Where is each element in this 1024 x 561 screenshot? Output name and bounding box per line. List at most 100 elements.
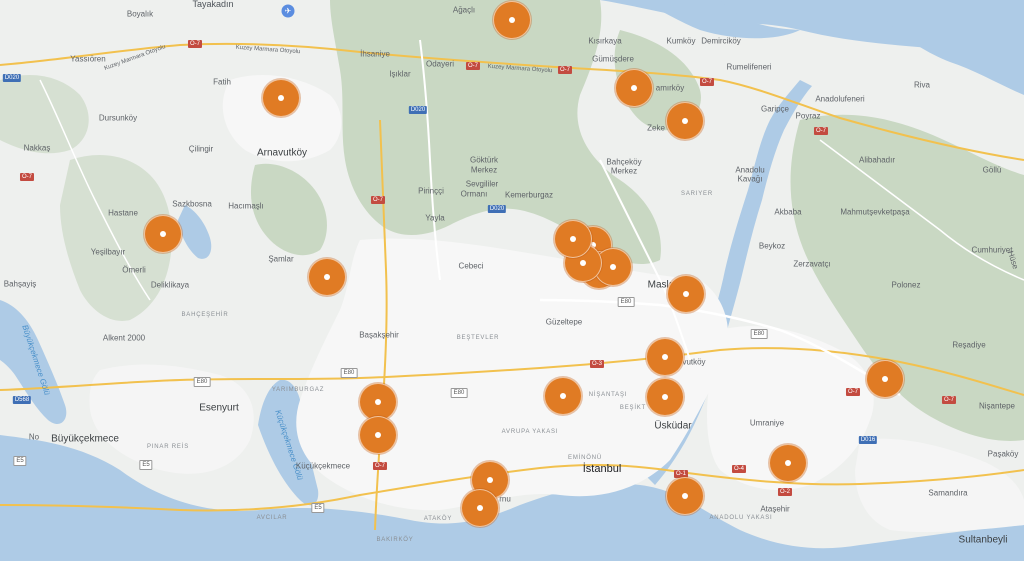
map-marker[interactable] [769,444,807,482]
road-shield-o7: O-7 [941,396,957,404]
road-shield-o2: O-2 [777,488,793,496]
road-shield-d020: D020 [2,74,22,82]
label-bakirkoy: BAKIRKÖY [376,537,414,543]
map-marker[interactable] [554,220,592,258]
label-buyukcekmece: Büyükçekmece [51,433,119,445]
marker-dot-icon [662,394,668,400]
label-yarimburgaz: YARIMBURGAZ [271,387,325,393]
map-marker[interactable] [646,378,684,416]
label-nisantepe: Nişantepe [978,401,1016,411]
label-anadolu-kavagi-2: Kavağı [737,174,763,184]
label-no: No [28,432,40,442]
label-arnavutkoy: Arnavutköy [256,147,308,159]
label-hastane: Hastane [108,208,138,218]
label-nakkas: Nakkaş [23,143,51,153]
label-kisirkaya: Kısırkaya [588,36,622,46]
label-deliklikaya: Deliklikaya [150,280,190,290]
label-akbaba: Akbaba [774,207,802,217]
map-marker[interactable] [544,377,582,415]
label-pirincci: Pirinççi [418,186,444,196]
road-shield-o7: O-7 [19,173,35,181]
label-yesilbayir: Yeşilbayır [90,247,126,257]
label-sevgililer-1: Sevgililer [465,179,499,189]
map-marker[interactable] [144,215,182,253]
road-shield-d020: D020 [408,106,428,114]
label-polonez: Polonez [891,280,921,290]
label-levent: vutköy [682,357,706,367]
label-riva: Riva [913,80,931,90]
marker-dot-icon [160,231,166,237]
marker-dot-icon [375,432,381,438]
label-golu: Göllü [982,165,1002,175]
map-marker[interactable] [646,338,684,376]
label-cebeci: Cebeci [458,261,484,271]
label-bahcekoy: Bahçeköy [606,157,642,167]
map-marker[interactable] [666,102,704,140]
label-umraniye: Umraniye [749,418,785,428]
label-anadolufeneri: Anadolufeneri [815,94,865,104]
label-alibahadir: Alibahadır [858,155,896,165]
label-odayeri: Odayeri [425,59,455,69]
marker-dot-icon [278,95,284,101]
map-marker[interactable] [615,69,653,107]
label-merkez-2: Merkez [610,166,638,176]
map-marker[interactable] [666,477,704,515]
label-isiklar: Işıklar [389,69,411,79]
marker-dot-icon [580,260,586,266]
road-shield-o7: O-7 [465,62,481,70]
map-marker[interactable] [359,416,397,454]
marker-dot-icon [509,17,515,23]
label-demircikoy: Demirciköy [701,36,741,46]
map-marker[interactable] [493,1,531,39]
label-dursunkoy: Dursunköy [98,113,138,123]
label-yassioren: Yassıören [70,54,106,64]
label-kucukcekmece: Küçükçekmece [295,461,351,471]
label-nisantasi: NİŞANTAŞI [588,392,628,398]
label-atakoy: ATAKÖY [423,516,453,522]
road-shield-o7: O-7 [187,40,203,48]
label-omerli: Ömerli [122,265,146,275]
road-shield-e5: E5 [311,503,325,513]
label-resadiye: Reşadiye [952,340,986,350]
road-shield-o7: O-7 [372,462,388,470]
label-agacli: Ağaçlı [452,5,476,15]
marker-dot-icon [477,505,483,511]
road-shield-e5: E5 [139,460,153,470]
marker-dot-icon [324,274,330,280]
label-fatih: Fatih [213,77,231,87]
label-kemerburgaz: Kemerburgaz [504,190,554,200]
label-anadolu-kavagi-1: Anadolu [735,165,765,175]
marker-dot-icon [610,264,616,270]
road-shield-d020: D020 [487,205,507,213]
map-marker[interactable] [667,275,705,313]
label-kumkoy: Kumköy [666,36,696,46]
label-uskudar: Üsküdar [654,420,692,432]
map-marker[interactable] [866,360,904,398]
map-canvas[interactable]: Tayakadın Boyalık Ağaçlı Yassıören Kuzey… [0,0,1024,561]
road-shield-e80: E80 [750,329,768,339]
marker-dot-icon [785,460,791,466]
marker-dot-icon [375,399,381,405]
label-beykoz: Beykoz [758,241,786,251]
marker-dot-icon [662,354,668,360]
map-marker[interactable] [308,258,346,296]
road-shield-o7: O-7 [845,388,861,396]
marker-dot-icon [570,236,576,242]
label-yayla: Yayla [425,213,445,223]
label-sazkbosna: Sazkbosna [172,199,212,209]
label-gokturk: Göktürk [469,155,499,165]
road-shield-e80: E80 [617,297,635,307]
road-shield-o3: O-3 [589,360,605,368]
label-atasehir: Ataşehir [760,504,790,514]
label-sultanbeyli: Sultanbeyli [958,534,1008,546]
map-marker[interactable] [461,489,499,527]
road-shield-e80: E80 [340,368,358,378]
label-bahsayis: Bahşayiş [3,279,37,289]
road-shield-o7: O-7 [370,196,386,204]
label-samandira: Samandıra [928,488,968,498]
label-ihsaniye: İhsaniye [360,49,390,59]
label-istanbul: İstanbul [582,463,622,475]
label-anadolu-yakasi: ANADOLU YAKASI [709,515,773,521]
map-marker[interactable] [262,79,300,117]
label-bakirkoy-a: rnu [499,494,511,504]
